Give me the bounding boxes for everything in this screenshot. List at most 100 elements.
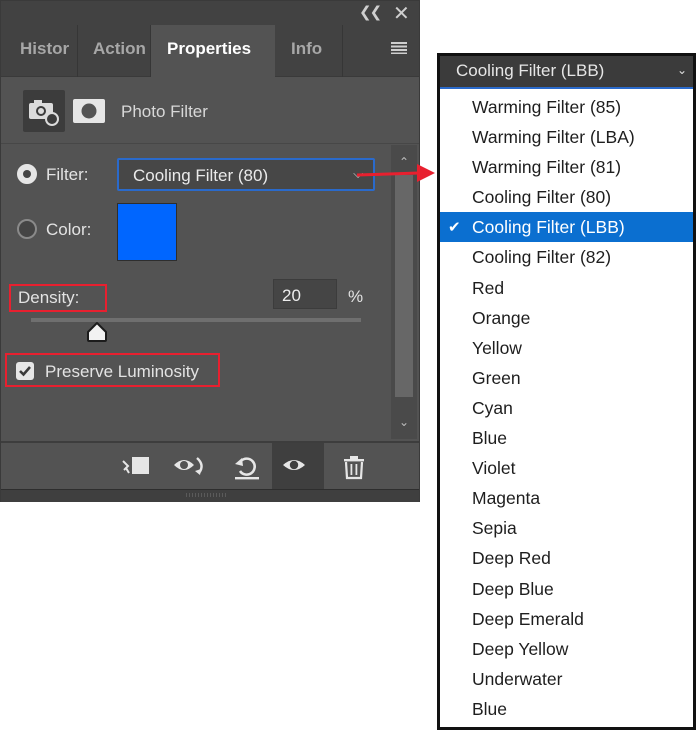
dropdown-option-label: Red (472, 277, 505, 298)
density-unit: % (348, 287, 364, 306)
dropdown-option-label: Magenta (472, 488, 541, 509)
dropdown-option[interactable]: Blue (440, 423, 693, 453)
dropdown-option-label: Cooling Filter (LBB) (472, 217, 625, 238)
density-label: Density: (18, 288, 80, 307)
panel-titlebar: ❮❮ ✕ (1, 1, 419, 25)
tab-properties[interactable]: Properties (151, 25, 275, 78)
filter-dropdown-expanded: Cooling Filter (LBB) ⌄ Warming Filter (8… (437, 53, 696, 730)
color-radio[interactable] (17, 219, 37, 239)
dropdown-option-label: Deep Yellow (472, 638, 569, 659)
preserve-luminosity-checkbox[interactable] (16, 362, 34, 380)
dropdown-option-label: Blue (472, 428, 508, 449)
dropdown-option-label: Blue (472, 698, 508, 719)
clip-to-layer-button[interactable] (113, 443, 153, 489)
clip-to-layer-icon (122, 457, 149, 474)
dropdown-option-label: Green (472, 367, 521, 388)
tab-actions[interactable]: Action (78, 25, 151, 77)
dropdown-option-label: Warming Filter (85) (472, 97, 622, 117)
dropdown-option-label: Cyan (472, 397, 513, 418)
tab-strip-empty (343, 25, 419, 77)
dropdown-option[interactable]: Blue (440, 694, 693, 724)
dropdown-option[interactable]: Cooling Filter (80) (440, 182, 693, 212)
dropdown-current-value: Cooling Filter (LBB) (456, 61, 605, 80)
dropdown-option[interactable]: Red (440, 273, 693, 303)
reset-icon (235, 457, 259, 480)
dropdown-option[interactable]: ✔ Cooling Filter (LBB) (440, 212, 693, 243)
dropdown-option[interactable]: Yellow (440, 333, 693, 363)
tab-info[interactable]: Info (275, 25, 343, 77)
filter-radio[interactable] (17, 164, 37, 184)
layer-mask-button[interactable] (73, 97, 105, 125)
filter-label: Filter: (46, 165, 89, 184)
chevron-down-icon: ⌄ (676, 63, 687, 77)
panel-footer-toolbar (1, 441, 419, 489)
dropdown-option-label: Deep Blue (472, 578, 554, 599)
filter-select-value: Cooling Filter (80) (133, 166, 269, 185)
dropdown-option-label: Orange (472, 307, 531, 328)
dropdown-option[interactable]: Deep Red (440, 543, 693, 573)
density-slider-thumb[interactable] (86, 321, 108, 343)
collapse-panel-icon[interactable]: ❮❮ (359, 3, 382, 21)
annotation-arrow (356, 164, 435, 182)
dropdown-current-selection[interactable]: Cooling Filter (LBB) ⌄ (440, 56, 693, 89)
dropdown-option[interactable]: Warming Filter (LBA) (440, 122, 693, 152)
dropdown-option-label: Warming Filter (LBA) (472, 127, 635, 148)
checkmark-icon (19, 366, 31, 377)
reset-button[interactable] (225, 443, 265, 489)
density-input[interactable] (273, 279, 337, 309)
dropdown-option-label: Yellow (472, 337, 522, 358)
checkmark-icon: ✔ (448, 218, 461, 237)
panel-menu-icon[interactable] (391, 42, 407, 54)
dropdown-option[interactable]: Sepia (440, 513, 693, 543)
toggle-visibility-button[interactable] (272, 443, 324, 489)
layer-mask-icon (73, 99, 105, 123)
tab-history[interactable]: Histor (1, 25, 78, 77)
delete-button[interactable] (334, 443, 374, 489)
dropdown-option[interactable]: Orange (440, 303, 693, 333)
dropdown-option[interactable]: Cyan (440, 393, 693, 423)
density-slider[interactable] (31, 318, 361, 322)
toggle-visibility-icon (283, 460, 305, 470)
panel-scrollbar[interactable]: ⌃ ⌄ (391, 145, 417, 439)
panel-resize-bar (1, 489, 419, 502)
adjustment-title: Photo Filter (121, 102, 208, 121)
properties-panel: ❮❮ ✕ Histor Action Properties Info Photo (0, 0, 420, 502)
dropdown-option-label: Deep Red (472, 548, 551, 569)
dropdown-option-label: Cooling Filter (80) (472, 187, 612, 208)
close-panel-icon[interactable]: ✕ (393, 1, 410, 25)
scrollbar-thumb[interactable] (395, 175, 413, 397)
slider-thumb-icon (87, 322, 107, 342)
arrow-line (356, 171, 420, 177)
view-previous-state-button[interactable] (165, 443, 205, 489)
resize-grip[interactable] (186, 493, 226, 497)
dropdown-option-label: Deep Emerald (472, 608, 584, 629)
dropdown-option[interactable]: Magenta (440, 483, 693, 513)
delete-icon (344, 456, 364, 480)
arrow-head (417, 164, 435, 182)
dropdown-options-list: Warming Filter (85) Warming Filter (LBA) W… (440, 92, 693, 724)
filter-select[interactable]: Cooling Filter (80) ⌵ (117, 158, 375, 191)
adjustment-properties-button[interactable] (23, 90, 65, 132)
dropdown-option[interactable]: Cooling Filter (82) (440, 242, 693, 272)
photo-filter-settings: Filter: Cooling Filter (80) ⌵ Color: Den… (1, 145, 391, 439)
view-previous-state-icon (174, 457, 203, 475)
dropdown-option[interactable]: Violet (440, 453, 693, 483)
dropdown-option-label: Warming Filter (81) (472, 157, 622, 178)
dropdown-option[interactable]: Green (440, 363, 693, 393)
color-label: Color: (46, 220, 92, 239)
dropdown-option[interactable]: Warming Filter (85) (440, 92, 693, 122)
dropdown-option[interactable]: Underwater (440, 664, 693, 694)
dropdown-option[interactable]: Deep Blue (440, 574, 693, 604)
dropdown-option[interactable]: Deep Emerald (440, 604, 693, 634)
dropdown-option-label: Violet (472, 458, 516, 479)
camera-adjustment-icon (29, 100, 59, 126)
panel-tabs: Histor Action Properties Info (1, 25, 419, 78)
dropdown-option[interactable]: Warming Filter (81) (440, 152, 693, 182)
color-swatch[interactable] (117, 203, 177, 261)
preserve-luminosity-label: Preserve Luminosity (45, 362, 200, 381)
scroll-down-icon[interactable]: ⌄ (391, 409, 417, 435)
dropdown-option-label: Underwater (472, 668, 563, 689)
adjustment-header: Photo Filter (1, 78, 419, 144)
dropdown-option-label: Cooling Filter (82) (472, 247, 612, 268)
dropdown-option[interactable]: Deep Yellow (440, 634, 693, 664)
